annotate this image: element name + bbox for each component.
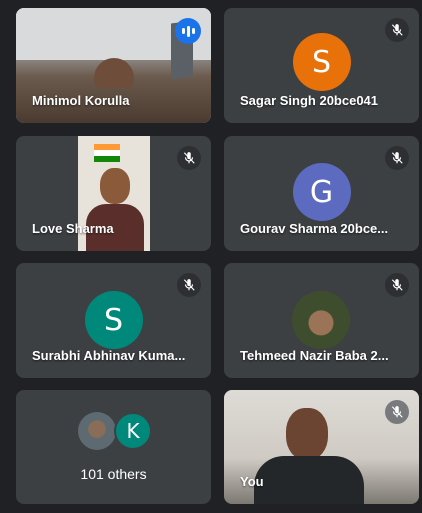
speaking-indicator-icon — [175, 18, 201, 44]
mic-off-icon — [385, 146, 409, 170]
avatar: S — [292, 33, 351, 91]
mic-off-icon — [385, 18, 409, 42]
others-tile[interactable]: K 101 others — [16, 390, 211, 504]
mic-off-icon — [385, 400, 409, 424]
self-tile[interactable]: You — [224, 390, 419, 504]
participant-name: Surabhi Abhinav Kuma... — [32, 348, 186, 363]
participant-tile-surabhi[interactable]: S Surabhi Abhinav Kuma... — [16, 263, 211, 378]
participant-name: Gourav Sharma 20bce... — [240, 221, 389, 236]
avatar: S — [84, 291, 143, 349]
participant-tile-gourav[interactable]: G Gourav Sharma 20bce... — [224, 136, 419, 251]
participant-tile-love[interactable]: Love Sharma — [16, 136, 211, 251]
participant-tile-sagar[interactable]: S Sagar Singh 20bce041 — [224, 8, 419, 123]
participant-name: You — [240, 474, 264, 489]
participant-tile-minimol[interactable]: Minimol Korulla — [16, 8, 211, 123]
avatar — [292, 291, 350, 349]
participant-name: Sagar Singh 20bce041 — [240, 93, 379, 108]
participant-name: Love Sharma — [32, 221, 114, 236]
participant-name: Minimol Korulla — [32, 93, 130, 108]
participant-tile-tehmeed[interactable]: Tehmeed Nazir Baba 2... — [224, 263, 419, 378]
mic-off-icon — [385, 273, 409, 297]
avatar: K — [114, 412, 152, 450]
mic-off-icon — [177, 146, 201, 170]
avatar — [78, 412, 116, 450]
others-count-label: 101 others — [80, 466, 147, 482]
avatar: G — [292, 163, 351, 221]
participant-name: Tehmeed Nazir Baba 2... — [240, 348, 389, 363]
mic-off-icon — [177, 273, 201, 297]
